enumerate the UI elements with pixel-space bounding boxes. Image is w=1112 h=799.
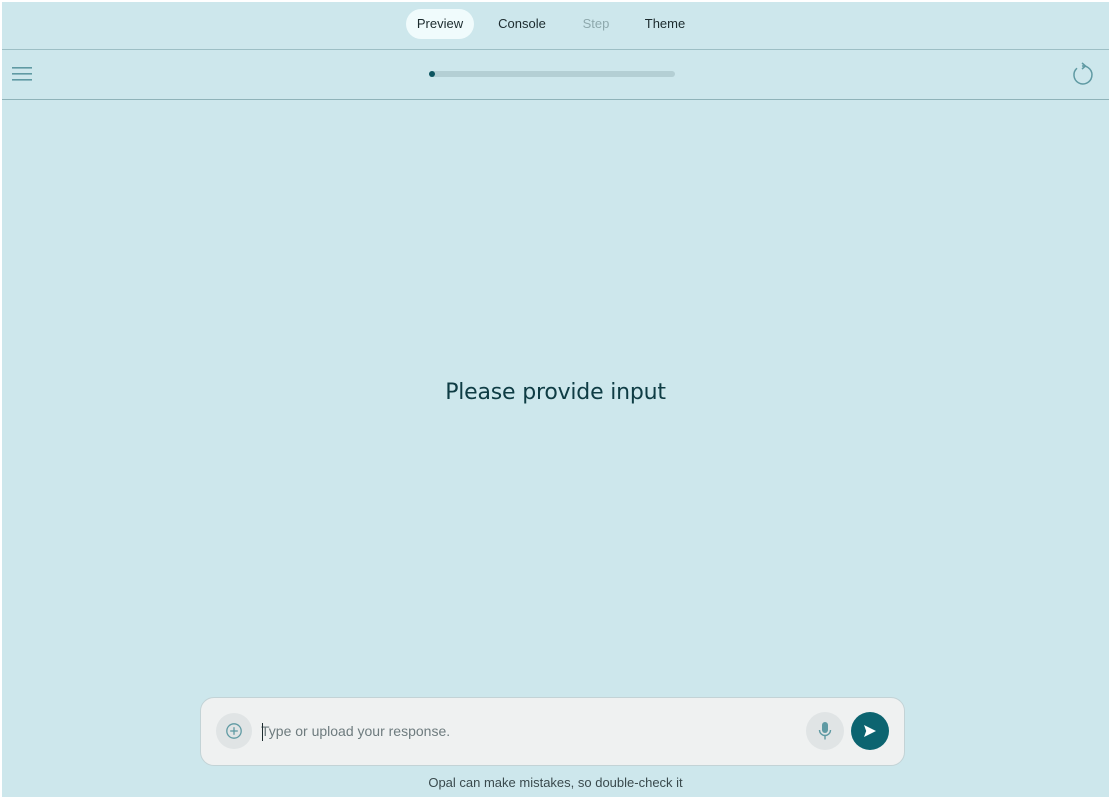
response-input[interactable] (261, 720, 801, 742)
add-circle-icon[interactable] (216, 713, 252, 749)
disclaimer-text: Opal can make mistakes, so double-check … (428, 775, 683, 790)
top-tab-bar: Preview Console Step Theme (2, 2, 1109, 50)
progress-bar (429, 71, 675, 77)
app-frame: Preview Console Step Theme Please provid… (2, 2, 1109, 797)
microphone-icon[interactable] (806, 712, 844, 750)
tab-console[interactable]: Console (489, 9, 555, 39)
prompt-title: Please provide input (445, 380, 666, 405)
tab-step[interactable]: Step (572, 9, 620, 39)
progress-bar-fill (429, 71, 435, 77)
restart-icon[interactable] (1069, 62, 1095, 88)
text-caret (262, 723, 263, 741)
tab-theme[interactable]: Theme (634, 9, 696, 39)
tab-preview[interactable]: Preview (406, 9, 474, 39)
response-input-bar (200, 697, 905, 766)
hamburger-menu-icon[interactable] (8, 62, 36, 86)
send-icon[interactable] (851, 712, 889, 750)
toolbar (2, 50, 1109, 100)
